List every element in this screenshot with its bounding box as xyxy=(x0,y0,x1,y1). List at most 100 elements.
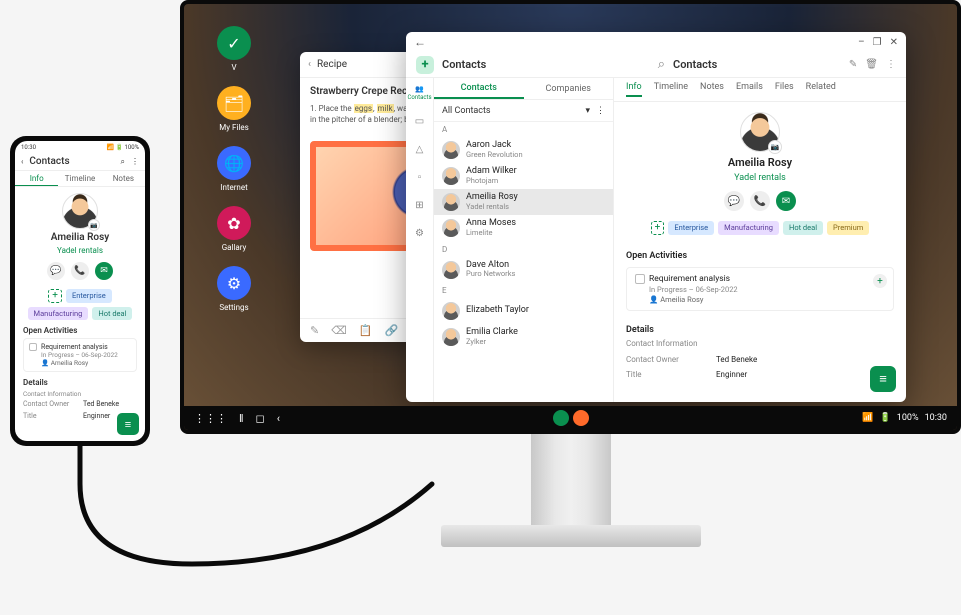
monitor-stand-neck xyxy=(531,434,611,534)
taskbar-app-icon[interactable] xyxy=(553,410,569,426)
desktop-screen: ✓V🗂My Files🌐Internet✿Gallary⚙Settings ‹ … xyxy=(180,0,961,434)
caret-down-icon[interactable]: ▾ xyxy=(585,106,590,116)
detail-tab[interactable]: Notes xyxy=(700,82,724,97)
footer-fab-button[interactable]: ≡ xyxy=(870,366,896,392)
toolbar-icon[interactable]: 🔗 xyxy=(384,324,398,337)
clock: 10:30 xyxy=(925,413,947,423)
tag[interactable]: Premium xyxy=(827,221,869,235)
phone-fab-button[interactable]: ≡ xyxy=(117,413,139,435)
tag[interactable]: + xyxy=(48,289,62,303)
contact-row[interactable]: Dave AltonPuro Networks xyxy=(434,257,613,283)
search-icon[interactable]: ⌕ xyxy=(121,157,125,167)
tag[interactable]: Manufacturing xyxy=(28,307,89,320)
taskbar-app-icon[interactable] xyxy=(573,410,589,426)
rail-item[interactable]: △ xyxy=(411,140,429,158)
detail-tab[interactable]: Emails xyxy=(736,82,763,97)
taskbar-button[interactable]: ⋮⋮⋮ xyxy=(194,412,227,425)
desktop-icon[interactable]: 🌐Internet xyxy=(204,146,264,192)
window-control-button[interactable]: ✕ xyxy=(890,37,898,48)
contact-row[interactable]: Emilia ClarkeZylker xyxy=(434,324,613,350)
rail-item[interactable]: ⊞ xyxy=(411,196,429,214)
action-icon[interactable]: 📞 xyxy=(750,191,770,211)
tag[interactable]: Enterprise xyxy=(668,221,714,235)
action-icon[interactable]: 💬 xyxy=(724,191,744,211)
action-icon[interactable]: 📞 xyxy=(71,262,89,280)
taskbar-left: ⋮⋮⋮‖◻‹ xyxy=(194,412,280,425)
taskbar: ⋮⋮⋮‖◻‹ 📶 🔋 100% 10:30 xyxy=(184,406,957,430)
contact-company[interactable]: Yadel rentals xyxy=(734,173,786,183)
list-tab[interactable]: Contacts xyxy=(434,78,524,99)
phone-tab[interactable]: Info xyxy=(15,171,58,186)
taskbar-center xyxy=(280,410,862,426)
activity-card[interactable]: Requirement analysis In Progress – 06-Se… xyxy=(23,338,137,372)
desktop-icon-column: ✓V 🗂My Files 🌐Internet ✿Gallary ⚙Settings xyxy=(204,26,264,312)
battery-icon: 🔋 xyxy=(880,413,891,423)
phone-tab[interactable]: Timeline xyxy=(58,171,101,186)
header-action-icon[interactable]: 🗑 xyxy=(865,59,878,70)
activity-title: Requirement analysis xyxy=(649,274,730,284)
contact-company[interactable]: Yadel rentals xyxy=(57,246,103,255)
more-icon[interactable]: ⋮ xyxy=(131,157,139,166)
contact-row[interactable]: Elizabeth Taylor xyxy=(434,298,613,324)
tag[interactable]: Hot deal xyxy=(92,307,132,320)
camera-icon[interactable]: 📷 xyxy=(768,140,782,154)
add-activity-button[interactable]: + xyxy=(873,274,887,288)
action-icon[interactable]: 💬 xyxy=(47,262,65,280)
filter-row[interactable]: All Contacts ▾ ⋮ xyxy=(434,100,613,122)
contacts-window: ← –❐✕ + Contacts ⌕ Contacts ✎🗑⋮ 👥Contact… xyxy=(406,32,906,402)
desktop-icon[interactable]: ✿Gallary xyxy=(204,206,264,252)
list-tab[interactable]: Companies xyxy=(524,78,614,99)
contact-row[interactable]: Ameilia RosyYadel rentals xyxy=(434,189,613,215)
contacts-header: + Contacts ⌕ Contacts ✎🗑⋮ xyxy=(406,52,906,78)
tag[interactable]: Enterprise xyxy=(66,289,112,303)
detail-tabs: Info Timeline Notes Emails Files Related xyxy=(614,78,906,102)
activity-card[interactable]: + Requirement analysis In Progress – 06-… xyxy=(626,267,894,311)
more-icon[interactable]: ⋮ xyxy=(596,106,605,116)
tag[interactable]: Manufacturing xyxy=(718,221,779,235)
rail-item[interactable]: 👥Contacts xyxy=(411,84,429,102)
list-tabs: ContactsCompanies xyxy=(434,78,613,100)
header-action-icon[interactable]: ✎ xyxy=(849,59,857,70)
back-icon[interactable]: ← xyxy=(414,35,426,49)
detail-tab[interactable]: Timeline xyxy=(654,82,688,97)
contact-company: Photojam xyxy=(466,177,517,185)
detail-key: Contact Owner xyxy=(23,400,83,408)
detail-tab[interactable]: Info xyxy=(626,82,642,97)
camera-icon[interactable]: 📷 xyxy=(88,219,100,231)
status-time: 10:30 xyxy=(21,144,36,151)
action-icon[interactable]: ✉ xyxy=(776,191,796,211)
toolbar-icon[interactable]: 📋 xyxy=(359,324,373,337)
add-contact-button[interactable]: + xyxy=(416,56,434,74)
checkbox[interactable] xyxy=(29,343,37,351)
detail-tab[interactable]: Files xyxy=(775,82,794,97)
desktop-icon[interactable]: ✓V xyxy=(204,26,264,72)
contact-row[interactable]: Aaron JackGreen Revolution xyxy=(434,137,613,163)
tag[interactable]: Hot deal xyxy=(783,221,823,235)
detail-tab[interactable]: Related xyxy=(806,82,836,97)
toolbar-icon[interactable]: ⌫ xyxy=(331,324,347,337)
rail-item[interactable]: ▭ xyxy=(411,112,429,130)
contact-company: Zylker xyxy=(466,338,518,346)
desktop-icon[interactable]: ⚙Settings xyxy=(204,266,264,312)
rail-item[interactable]: ▫ xyxy=(411,168,429,186)
taskbar-button[interactable]: ‖ xyxy=(239,412,244,425)
toolbar-icon[interactable]: ✎ xyxy=(310,324,319,337)
rail-item[interactable]: ⚙ xyxy=(411,224,429,242)
window-control-button[interactable]: ❐ xyxy=(873,37,882,48)
phone-screen: 10:30 📶 🔋 100% ‹ Contacts ⌕ ⋮ InfoTimeli… xyxy=(15,141,145,441)
window-control-button[interactable]: – xyxy=(858,37,865,48)
checkbox[interactable] xyxy=(635,274,645,284)
contact-row[interactable]: Adam WilkerPhotojam xyxy=(434,163,613,189)
battery-percent: 100% xyxy=(897,413,919,423)
contact-row[interactable]: Anna MosesLimelite xyxy=(434,215,613,241)
action-icon[interactable]: ✉ xyxy=(95,262,113,280)
back-icon[interactable]: ‹ xyxy=(21,157,23,166)
search-icon[interactable]: ⌕ xyxy=(658,57,665,72)
header-action-icon[interactable]: ⋮ xyxy=(886,59,896,70)
tag[interactable]: + xyxy=(651,221,665,235)
back-icon[interactable]: ‹ xyxy=(308,59,311,70)
phone-profile: 📷 Ameilia Rosy Yadel rentals 💬📞✉ +Enterp… xyxy=(23,193,137,320)
phone-tab[interactable]: Notes xyxy=(102,171,145,186)
taskbar-button[interactable]: ◻ xyxy=(256,412,265,425)
desktop-icon[interactable]: 🗂My Files xyxy=(204,86,264,132)
